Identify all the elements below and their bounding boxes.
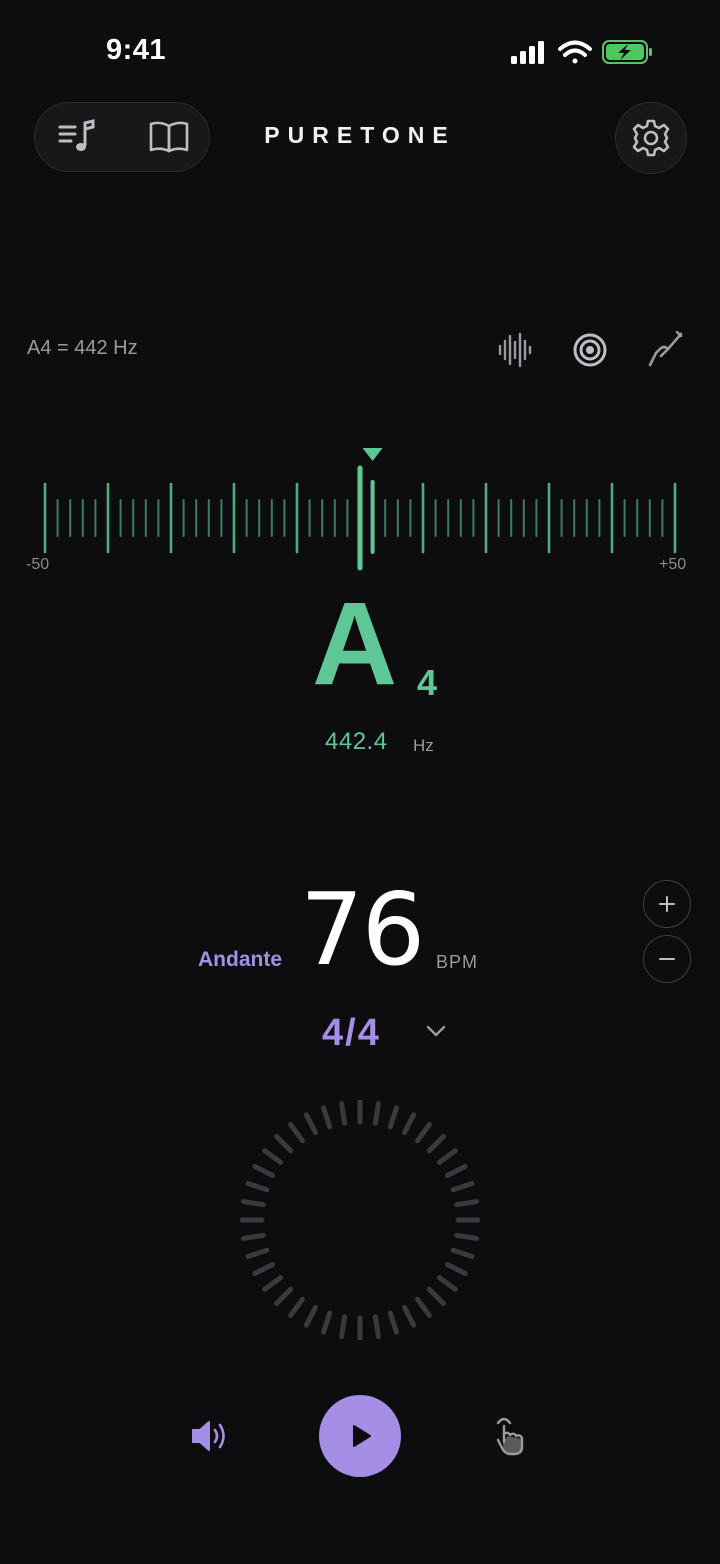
dial-tick	[436, 1275, 458, 1292]
waveform-button[interactable]	[492, 328, 536, 372]
scale-min-label: -50	[26, 556, 50, 573]
dial-tick	[387, 1310, 399, 1335]
dial-tick	[426, 1286, 446, 1306]
plus-icon	[659, 896, 675, 912]
status-time: 9:41	[106, 34, 167, 66]
dial-tick	[288, 1122, 305, 1144]
status-icons	[505, 36, 655, 70]
bpm-unit: BPM	[436, 952, 479, 972]
waveform-icon	[498, 332, 532, 368]
beat-dial[interactable]	[239, 1099, 481, 1341]
dial-tick	[372, 1314, 381, 1340]
dial-tick	[240, 1232, 266, 1241]
tempo-marking: Andante	[198, 948, 282, 971]
dial-tick	[321, 1105, 333, 1130]
speaker-icon	[192, 1421, 225, 1451]
detected-octave: 4	[417, 662, 438, 703]
play-button[interactable]	[319, 1395, 401, 1477]
dial-tick	[339, 1314, 348, 1340]
dial-tick	[444, 1261, 468, 1277]
tuning-fork-button[interactable]	[644, 328, 688, 372]
dial-tick	[415, 1296, 432, 1318]
dial-tick	[426, 1134, 446, 1154]
dial-tick	[303, 1112, 319, 1136]
dial-tick	[450, 1181, 475, 1193]
scale-max-label: +50	[659, 556, 687, 573]
time-signature-dropdown[interactable]	[425, 1020, 447, 1042]
volume-button[interactable]	[188, 1414, 232, 1458]
dial-tick	[321, 1310, 333, 1335]
dial-tick	[274, 1134, 294, 1154]
dial-tick	[372, 1100, 381, 1126]
dial-tick	[262, 1148, 284, 1165]
dial-tick	[436, 1148, 458, 1165]
tap-tempo-button[interactable]	[490, 1412, 534, 1460]
frequency-unit: Hz	[413, 736, 434, 755]
dial-tick	[274, 1286, 294, 1306]
app-title: PURETONE	[264, 122, 456, 148]
dial-tick	[262, 1275, 284, 1292]
dial-tick	[245, 1247, 270, 1259]
dial-tick	[339, 1100, 348, 1126]
increase-bpm-button[interactable]	[643, 880, 691, 928]
dial-tick	[450, 1247, 475, 1259]
dial-tick	[252, 1261, 276, 1277]
dial-tick	[444, 1163, 468, 1179]
time-signature[interactable]: 4/4	[322, 1012, 381, 1055]
dial-tick	[240, 1199, 266, 1208]
play-icon	[353, 1425, 371, 1447]
pitch-pointer	[362, 448, 383, 461]
battery-icon	[602, 40, 652, 64]
detected-frequency: 442.4	[325, 728, 388, 755]
dial-tick	[252, 1163, 276, 1179]
dial-tick	[415, 1122, 432, 1144]
settings-button[interactable]	[615, 102, 687, 174]
dial-tick	[454, 1232, 480, 1241]
reference-pitch[interactable]: A4 = 442 Hz	[27, 337, 138, 360]
target-icon	[573, 333, 607, 367]
gear-icon	[632, 119, 670, 157]
dial-tick	[303, 1304, 319, 1328]
tuning-scale	[0, 440, 720, 580]
dial-tick	[401, 1112, 417, 1136]
signal-icon	[511, 41, 544, 64]
detected-note: A	[312, 578, 398, 710]
decrease-bpm-button[interactable]	[643, 935, 691, 983]
dial-tick	[387, 1105, 399, 1130]
wifi-icon	[558, 40, 592, 64]
dial-tick	[401, 1304, 417, 1328]
tap-hand-icon	[496, 1417, 524, 1456]
minus-icon	[659, 958, 675, 960]
target-button[interactable]	[568, 328, 612, 372]
chevron-down-icon	[426, 1025, 446, 1037]
bpm-value[interactable]: 76	[300, 880, 425, 980]
dial-tick	[288, 1296, 305, 1318]
dial-tick	[454, 1199, 480, 1208]
tuning-fork-icon	[648, 331, 683, 367]
dial-tick	[245, 1181, 270, 1193]
